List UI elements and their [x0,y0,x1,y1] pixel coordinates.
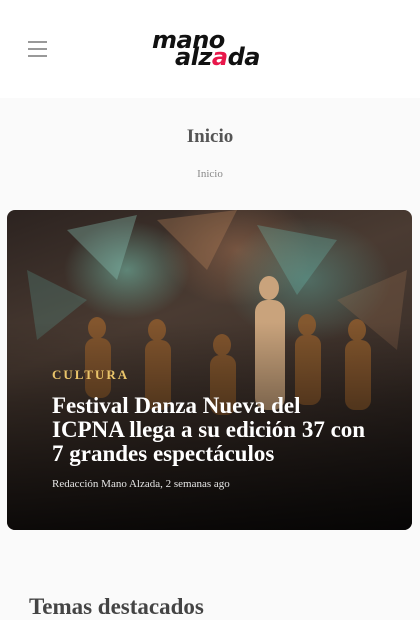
featured-article-card[interactable]: CULTURA Festival Danza Nueva del ICPNA l… [7,210,412,530]
breadcrumb[interactable]: Inicio [0,168,420,180]
hamburger-menu-icon[interactable] [28,41,48,57]
logo-line-2: alzada [175,43,260,71]
site-logo[interactable]: mano alzada [150,28,270,70]
section-title-featured-topics: Temas destacados [29,594,204,619]
article-title[interactable]: Festival Danza Nueva del ICPNA llega a s… [52,394,372,466]
site-header: mano alzada [0,0,420,98]
page-title: Inicio [186,126,234,147]
article-category[interactable]: CULTURA [52,367,129,383]
article-meta: Redacción Mano Alzada, 2 semanas ago [52,478,230,490]
